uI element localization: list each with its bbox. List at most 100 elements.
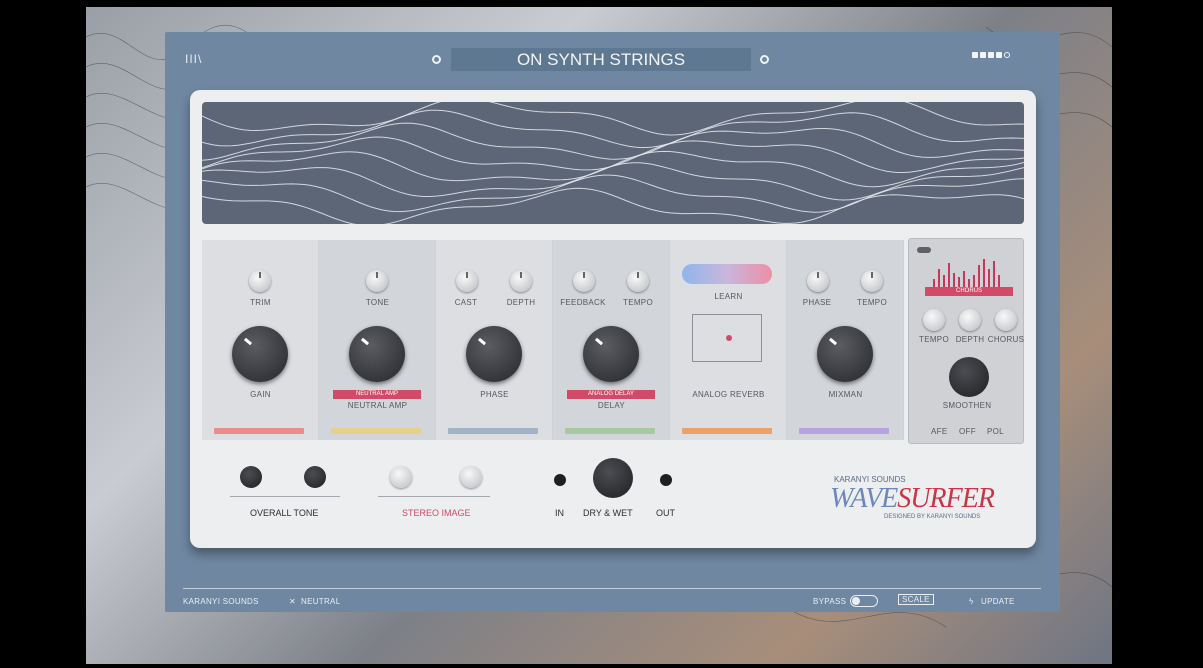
pol-label[interactable]: POL (987, 427, 1004, 436)
phase-knob[interactable] (466, 326, 522, 382)
overall-tone-label: OVERALL TONE (250, 508, 319, 518)
waveform-lines (202, 102, 1024, 224)
waveform-line (202, 150, 1024, 188)
chorus-module: CHORUS TEMPO DEPTH CHORUS SMOOTHEN AFE O… (908, 238, 1024, 444)
module-gain: TRIM GAIN (202, 240, 319, 440)
amp-knob[interactable] (349, 326, 405, 382)
company-label: KARANYI SOUNDS (183, 597, 259, 606)
gain-label: GAIN (250, 390, 271, 399)
in-label: IN (555, 508, 564, 518)
cast-knob[interactable] (456, 270, 478, 292)
mix-knob[interactable] (817, 326, 873, 382)
dry-wet-knob[interactable] (593, 458, 633, 498)
next-preset-icon[interactable] (760, 55, 769, 64)
module-mix: PHASE TEMPO MIXMAN (787, 240, 904, 440)
overall-tone-knob-a[interactable] (240, 466, 262, 488)
mix-phase-knob[interactable] (807, 270, 829, 292)
waveform-line (202, 162, 1024, 201)
brand-logo: KARANYI SOUNDS WAVESURFER DESIGNED BY KA… (830, 475, 995, 520)
module-delay: FEEDBACK TEMPO ANALOG DELAY DELAY (553, 240, 670, 440)
close-icon[interactable]: ✕ (289, 597, 296, 606)
gain-strip (214, 428, 304, 434)
tempo-knob[interactable] (627, 270, 649, 292)
brand-name-b: SURFER (897, 483, 995, 514)
chorus-tempo-knob[interactable] (923, 309, 945, 331)
brand-wordmark: WAVESURFER (830, 483, 995, 514)
afe-label[interactable]: AFE (931, 427, 947, 436)
input-jack[interactable] (554, 474, 566, 486)
stereo-image-label: STEREO IMAGE (402, 508, 471, 518)
stereo-knob-b[interactable] (460, 466, 482, 488)
module-reverb: LEARN ANALOG REVERB (670, 240, 787, 440)
effect-modules: TRIM GAIN TONE NEUTRAL AMP NEUTRAL AMP C… (202, 240, 904, 440)
delay-strip (565, 428, 655, 434)
menu-icon[interactable]: III\ (185, 52, 202, 66)
depth-knob[interactable] (510, 270, 532, 292)
amp-tag: NEUTRAL AMP (333, 390, 421, 399)
status-bar: KARANYI SOUNDS ✕ NEUTRAL BYPASS SCALE ϟ … (183, 588, 1041, 608)
mix-tempo-knob[interactable] (861, 270, 883, 292)
update-label[interactable]: UPDATE (981, 597, 1015, 606)
feedback-label: FEEDBACK (560, 298, 606, 307)
depth-label: DEPTH (506, 298, 536, 307)
chorus-amount-knob[interactable] (995, 309, 1017, 331)
amp-label: NEUTRAL AMP (347, 401, 408, 410)
module-amp: TONE NEUTRAL AMP NEUTRAL AMP (319, 240, 436, 440)
brand-name-a: WAVE (830, 483, 898, 514)
tone-knob[interactable] (366, 270, 388, 292)
tone-label: TONE (365, 298, 390, 307)
off-label[interactable]: OFF (959, 427, 976, 436)
smoothen-label: SMOOTHEN (942, 401, 992, 410)
smoothen-knob[interactable] (949, 357, 989, 397)
phase-strip (448, 428, 538, 434)
chorus-depth-label: DEPTH (955, 335, 985, 344)
master-controls: OVERALL TONE STEREO IMAGE IN DRY & WET O… (190, 450, 1036, 546)
gain-knob[interactable] (232, 326, 288, 382)
overall-tone-divider (230, 496, 340, 497)
preset-title[interactable]: ON SYNTH STRINGS (451, 48, 751, 71)
chorus-tag: CHORUS (925, 287, 1013, 296)
mix-strip (799, 428, 889, 434)
chorus-amount-label: CHORUS (987, 335, 1025, 344)
tempo-label: TEMPO (623, 298, 653, 307)
cast-label: CAST (454, 298, 478, 307)
trim-knob[interactable] (249, 270, 271, 292)
waveform-line (202, 102, 1024, 136)
xy-pad[interactable] (692, 314, 762, 362)
plugin-window: III\ ON SYNTH STRINGS TRIM GAIN TONE NEU… (165, 32, 1060, 612)
prev-preset-icon[interactable] (432, 55, 441, 64)
waveform-display (202, 102, 1024, 224)
preset-label[interactable]: NEUTRAL (301, 597, 340, 606)
brand-tagline: DESIGNED BY KARANYI SOUNDS (884, 514, 981, 520)
delay-label: DELAY (597, 401, 626, 410)
out-label: OUT (656, 508, 675, 518)
output-jack[interactable] (660, 474, 672, 486)
xy-pad-dot[interactable] (726, 335, 732, 341)
mix-label: MIXMAN (828, 390, 863, 399)
module-phase: CAST DEPTH PHASE (436, 240, 553, 440)
chorus-depth-knob[interactable] (959, 309, 981, 331)
overall-tone-knob-b[interactable] (304, 466, 326, 488)
dry-wet-label: DRY & WET (583, 508, 633, 518)
options-icon[interactable] (972, 52, 1010, 58)
amp-strip (331, 428, 421, 434)
feedback-knob[interactable] (573, 270, 595, 292)
scale-button[interactable]: SCALE (898, 594, 934, 605)
waveform-line (202, 174, 1024, 213)
stereo-knob-a[interactable] (390, 466, 412, 488)
learn-label: LEARN (714, 292, 743, 301)
waveform-line (202, 187, 1024, 224)
mix-phase-label: PHASE (802, 298, 832, 307)
main-panel: TRIM GAIN TONE NEUTRAL AMP NEUTRAL AMP C… (190, 90, 1036, 548)
stereo-divider (378, 496, 490, 497)
power-toggle-icon[interactable] (917, 247, 931, 253)
bypass-label: BYPASS (813, 597, 847, 606)
title-bar: III\ ON SYNTH STRINGS (165, 32, 1060, 84)
learn-bar[interactable] (682, 264, 772, 284)
bypass-toggle[interactable] (850, 595, 878, 607)
chorus-meter (933, 259, 1000, 287)
update-icon[interactable]: ϟ (969, 597, 974, 606)
delay-tag: ANALOG DELAY (567, 390, 655, 399)
phase-label: PHASE (480, 390, 509, 399)
delay-knob[interactable] (583, 326, 639, 382)
